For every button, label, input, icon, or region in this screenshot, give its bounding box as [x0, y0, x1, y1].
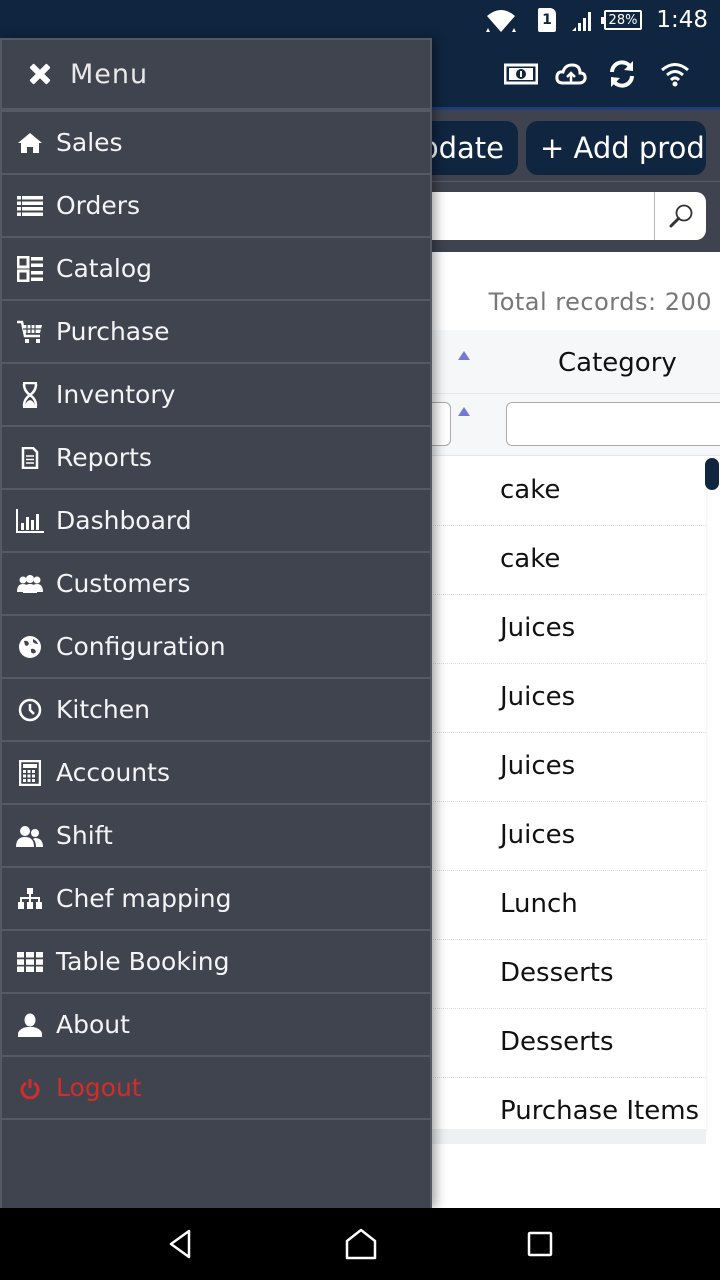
close-icon[interactable] [28, 62, 52, 86]
status-bar: 1 28% 1:48 [0, 0, 720, 40]
power-icon [16, 1074, 44, 1102]
cart-icon [16, 318, 44, 346]
menu-item-about[interactable]: About [2, 994, 430, 1057]
menu-item-orders[interactable]: Orders [2, 175, 430, 238]
menu-item-label: Shift [56, 821, 113, 850]
menu-item-purchase[interactable]: Purchase [2, 301, 430, 364]
cell-category: cake [500, 475, 561, 505]
home-icon [16, 129, 44, 157]
filter-sort-icon[interactable] [458, 407, 470, 416]
cell-signal-icon [570, 0, 594, 40]
menu-item-label: Accounts [56, 758, 170, 787]
menu-item-logout[interactable]: Logout [2, 1057, 430, 1120]
sync-icon[interactable] [603, 56, 641, 92]
menu-item-dashboard[interactable]: Dashboard [2, 490, 430, 553]
cell-category: Desserts [500, 1027, 614, 1057]
menu-item-label: Reports [56, 443, 152, 472]
menu-item-label: Configuration [56, 632, 226, 661]
search-icon [669, 204, 692, 228]
menu-item-label: Inventory [56, 380, 176, 409]
sim-icon: 1 [538, 0, 556, 40]
user-icon [16, 1011, 44, 1039]
menu-item-accounts[interactable]: Accounts [2, 742, 430, 805]
document-icon [16, 444, 44, 472]
sitemap-icon [16, 885, 44, 913]
menu-item-shift[interactable]: Shift [2, 805, 430, 868]
menu-item-reports[interactable]: Reports [2, 427, 430, 490]
menu-item-label: Catalog [56, 254, 153, 283]
home-icon[interactable] [341, 1226, 381, 1262]
vertical-scrollbar-thumb[interactable] [705, 458, 719, 490]
cell-category: Juices [500, 682, 576, 712]
battery-icon: 28% [601, 0, 642, 40]
group-icon [16, 570, 44, 598]
menu-item-label: Sales [56, 128, 123, 157]
cell-category: Juices [500, 751, 576, 781]
menu-item-label: About [56, 1010, 130, 1039]
menu-item-label: Customers [56, 569, 191, 598]
calculator-icon [16, 759, 44, 787]
grid-icon [16, 948, 44, 976]
back-icon[interactable] [160, 1226, 200, 1262]
cell-category: Purchase Items [500, 1096, 700, 1126]
clock-icon [16, 696, 44, 724]
sort-ascending-icon[interactable] [458, 351, 470, 360]
filter-input-category[interactable] [506, 402, 720, 446]
bar-chart-icon [16, 507, 44, 535]
drawer-header[interactable]: Menu [2, 40, 430, 112]
menu-item-configuration[interactable]: Configuration [2, 616, 430, 679]
cell-category: Lunch [500, 889, 578, 919]
cash-icon[interactable] [502, 56, 540, 92]
wifi-icon[interactable] [656, 56, 694, 92]
menu-item-kitchen[interactable]: Kitchen [2, 679, 430, 742]
menu-item-label: Table Booking [56, 947, 230, 976]
drawer-title: Menu [70, 58, 149, 90]
menu-item-customers[interactable]: Customers [2, 553, 430, 616]
menu-item-chef-mapping[interactable]: Chef mapping [2, 868, 430, 931]
menu-item-label: Kitchen [56, 695, 150, 724]
recents-icon[interactable] [520, 1226, 560, 1262]
cell-category: Desserts [500, 958, 614, 988]
menu-item-label: Dashboard [56, 506, 192, 535]
add-product-button[interactable]: + Add product [526, 121, 706, 175]
wifi-signal-icon [484, 0, 518, 40]
menu-item-label: Orders [56, 191, 141, 220]
menu-item-label: Logout [56, 1073, 142, 1102]
menu-item-inventory[interactable]: Inventory [2, 364, 430, 427]
system-navigation-bar [0, 1208, 720, 1280]
menu-item-label: Chef mapping [56, 884, 232, 913]
total-records: Total records: 200 [488, 288, 712, 316]
clock-time: 1:48 [656, 7, 708, 33]
search-button[interactable] [654, 192, 706, 240]
sim-slot-number: 1 [538, 8, 556, 32]
menu-item-label: Purchase [56, 317, 170, 346]
cloud-upload-icon[interactable] [552, 56, 590, 92]
cell-category: Juices [500, 820, 576, 850]
hourglass-icon [16, 381, 44, 409]
users-icon [16, 822, 44, 850]
list-icon [16, 192, 44, 220]
cell-category: Juices [500, 613, 576, 643]
column-header-category[interactable]: Category [558, 348, 677, 378]
catalog-icon [16, 255, 44, 283]
menu-item-catalog[interactable]: Catalog [2, 238, 430, 301]
battery-percent: 28% [601, 10, 642, 30]
menu-item-table-booking[interactable]: Table Booking [2, 931, 430, 994]
globe-icon [16, 633, 44, 661]
navigation-drawer: Menu Sales Orders Catalog Purchase Inven… [0, 38, 432, 1208]
menu-item-sales[interactable]: Sales [2, 112, 430, 175]
cell-category: cake [500, 544, 561, 574]
